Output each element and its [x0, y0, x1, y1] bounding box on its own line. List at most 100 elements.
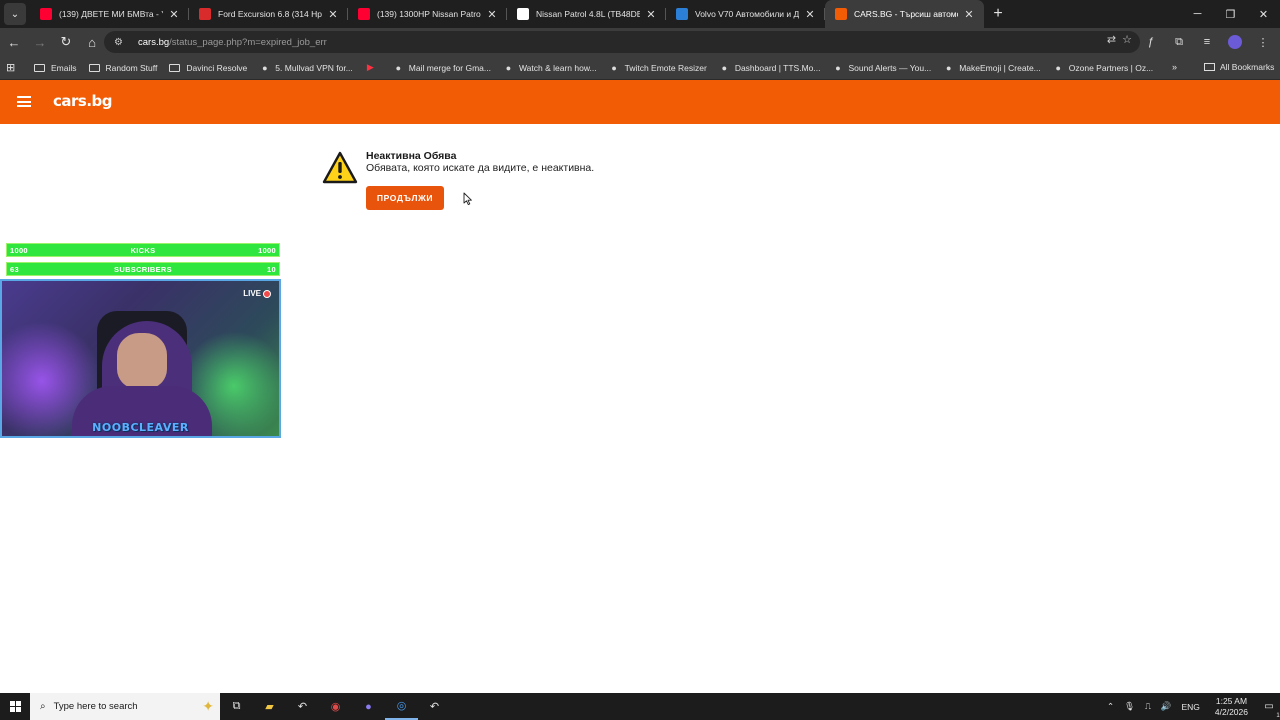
- back-button[interactable]: ←: [2, 30, 26, 54]
- translate-icon[interactable]: ⇄: [1107, 33, 1116, 46]
- folder-icon: [169, 63, 181, 72]
- menu-dots-icon[interactable]: ⋮: [1252, 30, 1274, 54]
- apps-grid-icon[interactable]: ⊞: [6, 61, 20, 74]
- windows-taskbar: ⌕ Type here to search ✦ ⧉ ▰ ↶ ◉ ● ◎ ↶ ⌃ …: [0, 693, 1280, 720]
- network-icon[interactable]: ⎍: [1145, 701, 1151, 712]
- close-tab-icon[interactable]: ✕: [962, 8, 976, 21]
- browser-tab[interactable]: CARS.BG - Търсиш автомобил? ✕: [825, 0, 984, 28]
- bookmark-item[interactable]: Random Stuff: [88, 63, 157, 73]
- continue-button[interactable]: ПРОДЪЛЖИ: [366, 186, 444, 210]
- font-icon[interactable]: ƒ: [1140, 30, 1162, 54]
- start-button[interactable]: [0, 693, 30, 720]
- all-bookmarks-button[interactable]: All Bookmarks: [1204, 62, 1274, 72]
- close-tab-icon[interactable]: ✕: [326, 8, 340, 21]
- restore-button[interactable]: ❐: [1214, 0, 1247, 28]
- profile-avatar[interactable]: [1228, 35, 1242, 49]
- youtube-icon: [40, 8, 52, 20]
- bookmark-label: Sound Alerts — You...: [848, 62, 932, 73]
- extensions-icon[interactable]: ⧉: [1168, 30, 1190, 54]
- mullvad-icon: ●: [262, 62, 268, 73]
- subscribers-label: SUBSCRIBERS: [114, 264, 172, 274]
- task-view-icon[interactable]: ⧉: [220, 693, 253, 720]
- bookmark-item[interactable]: ● Ozone Partners | Oz...: [1053, 62, 1154, 73]
- minimize-button[interactable]: ─: [1181, 0, 1214, 28]
- site-logo[interactable]: cars.bg: [53, 92, 113, 110]
- hamburger-menu-icon[interactable]: [17, 96, 31, 107]
- close-tab-icon[interactable]: ✕: [644, 8, 658, 21]
- kick-app-icon[interactable]: ↶: [286, 693, 319, 720]
- bookmark-item[interactable]: ● Dashboard | TTS.Mo...: [719, 62, 821, 73]
- forward-button[interactable]: →: [28, 30, 52, 54]
- taskbar-search[interactable]: ⌕ Type here to search ✦: [30, 693, 220, 720]
- tts-icon: ●: [721, 62, 728, 73]
- bookmark-star-icon[interactable]: ☆: [1122, 33, 1132, 46]
- search-icon: ⌕: [40, 701, 46, 712]
- bookmark-item[interactable]: ● Sound Alerts — You...: [832, 62, 931, 73]
- browser-tab[interactable]: Nissan Patrol 4.8L (TB48DE engine) ✕: [507, 0, 666, 28]
- bookmark-item[interactable]: ● 5. Mullvad VPN for...: [259, 62, 353, 73]
- tab-title: CARS.BG - Търсиш автомобил?: [854, 9, 958, 19]
- bookmark-label: Dashboard | TTS.Mo...: [734, 62, 821, 73]
- streamer-face: [117, 333, 167, 389]
- bookmark-label: Mail merge for Gma...: [408, 62, 491, 73]
- auto-data-icon: [199, 8, 211, 20]
- streamer-name: NOOBCLEAVER: [92, 421, 189, 434]
- bookmark-item[interactable]: ● MakeEmoji | Create...: [943, 62, 1041, 73]
- all-bookmarks-label: All Bookmarks: [1220, 62, 1275, 72]
- bookmark-item[interactable]: ● Watch & learn how...: [503, 62, 597, 73]
- chevron-up-icon[interactable]: ⌃: [1107, 701, 1114, 712]
- volume-icon[interactable]: 🔊: [1161, 701, 1172, 712]
- close-tab-icon[interactable]: ✕: [485, 8, 499, 21]
- kicks-label: KICKS: [130, 245, 156, 255]
- close-window-button[interactable]: ✕: [1247, 0, 1280, 28]
- emoji-icon: ●: [945, 62, 952, 73]
- close-tab-icon[interactable]: ✕: [803, 8, 817, 21]
- tab-list: (139) ДВЕТЕ МИ БМВта - YouTube✕Ford Excu…: [30, 0, 984, 28]
- bookmark-item[interactable]: ▶: [365, 62, 381, 73]
- clock[interactable]: 1:25 AM 4/2/2026: [1215, 696, 1248, 718]
- discord-icon[interactable]: ●: [352, 693, 385, 720]
- window-controls: ─ ❐ ✕: [1181, 0, 1280, 28]
- bookmark-list: Emails Random Stuff Davinci Resolve ● 5. Mul…: [34, 62, 1165, 73]
- taskbar-search-placeholder: Type here to search: [53, 701, 138, 712]
- reload-button[interactable]: ↻: [54, 30, 78, 54]
- bookmark-item[interactable]: ● Mail merge for Gma...: [393, 62, 491, 73]
- browser-tab[interactable]: Ford Excursion 6.8 (314 Hp) Auto ✕: [189, 0, 348, 28]
- file-explorer-icon[interactable]: ▰: [253, 693, 286, 720]
- browser-tab[interactable]: Volvo V70 Автомобили и Джипове ✕: [666, 0, 825, 28]
- browser-tab-strip: ⌄ (139) ДВЕТЕ МИ БМВта - YouTube✕Ford Ex…: [0, 0, 1280, 28]
- bookmark-item[interactable]: Davinci Resolve: [169, 63, 247, 73]
- site-info-icon[interactable]: ⚙: [114, 37, 128, 48]
- close-tab-icon[interactable]: ✕: [167, 8, 181, 21]
- arrow-left-icon: ←: [7, 34, 21, 50]
- address-bar[interactable]: ⚙ cars.bg/status_page.php?m=expired_job_…: [104, 31, 1140, 53]
- bookmark-label: Watch & learn how...: [518, 62, 597, 73]
- obs-icon[interactable]: ◉: [319, 693, 352, 720]
- microphone-icon[interactable]: 🎙: [1124, 701, 1135, 712]
- more-bookmarks-icon[interactable]: »: [1172, 62, 1177, 72]
- folder-icon: [1204, 63, 1215, 71]
- bookmarks-bar: ⊞ Emails Random Stuff Davinci Resolve ● 5. M…: [0, 56, 1280, 80]
- site-header: cars.bg: [0, 80, 1280, 124]
- sparkle-icon: ✦: [202, 698, 214, 714]
- bookmark-label: Twitch Emote Resizer: [624, 62, 707, 73]
- ozone-icon: ●: [1055, 62, 1061, 73]
- tab-search-button[interactable]: ⌄: [4, 3, 26, 25]
- chrome-icon[interactable]: ◎: [385, 693, 418, 720]
- tab-title: Ford Excursion 6.8 (314 Hp) Auto: [218, 9, 322, 19]
- bookmark-item[interactable]: ● Twitch Emote Resizer: [609, 62, 707, 73]
- google-icon: [517, 8, 529, 20]
- learn-icon: ●: [505, 62, 512, 73]
- clock-time: 1:25 AM: [1215, 695, 1248, 706]
- warning-icon: [322, 151, 358, 184]
- browser-tab[interactable]: (139) 1300HP Nissan Patrol vs. ✕: [348, 0, 507, 28]
- chevron-down-icon: ⌄: [10, 8, 20, 20]
- media-queue-icon[interactable]: ≡: [1196, 30, 1218, 54]
- notifications-icon[interactable]: ▭16: [1258, 701, 1280, 719]
- bookmark-item[interactable]: Emails: [34, 63, 77, 73]
- home-button[interactable]: ⌂: [80, 30, 104, 54]
- browser-tab[interactable]: (139) ДВЕТЕ МИ БМВта - YouTube ✕: [30, 0, 189, 28]
- kick-app-2-icon[interactable]: ↶: [418, 693, 451, 720]
- language-indicator[interactable]: ENG: [1181, 702, 1199, 712]
- new-tab-button[interactable]: +: [984, 0, 1012, 28]
